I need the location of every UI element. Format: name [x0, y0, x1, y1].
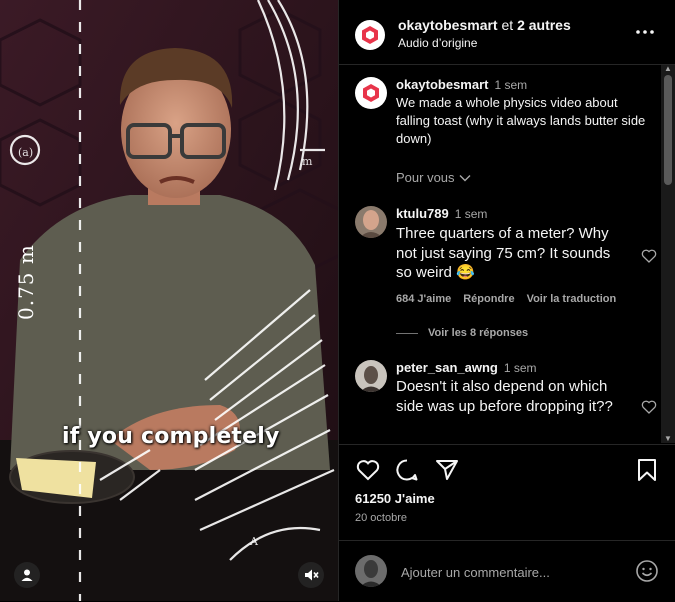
view-replies-button[interactable]: Voir les 8 réponses	[396, 327, 528, 339]
comment-likes[interactable]: 684 J'aime	[396, 293, 451, 305]
comment-author: ktulu789 1 sem	[396, 206, 487, 221]
comment-avatar[interactable]	[355, 206, 387, 238]
header-username[interactable]: okaytobesmart	[398, 17, 498, 33]
heart-icon[interactable]	[355, 457, 381, 483]
send-icon[interactable]	[434, 457, 460, 483]
speaker-muted-icon	[305, 569, 319, 581]
avatar-photo	[355, 206, 387, 238]
bookmark-icon[interactable]	[634, 457, 660, 483]
user-icon	[21, 569, 33, 581]
comment-bubble-icon[interactable]	[394, 457, 420, 483]
comments-scrollbar[interactable]: ▲ ▼	[661, 65, 675, 443]
svg-text:A: A	[249, 535, 259, 548]
comment-username[interactable]: peter_san_awng	[396, 360, 498, 375]
author-avatar[interactable]	[355, 20, 385, 50]
comment-avatar[interactable]	[355, 360, 387, 392]
view-replies-text: Voir les 8 réponses	[428, 327, 529, 339]
avatar-photo	[355, 555, 387, 587]
pour-vous-label[interactable]: Pour vous	[396, 170, 471, 185]
comment-text: Doesn't it also depend on which side was…	[396, 378, 613, 415]
video-caption: if you completely	[62, 424, 280, 449]
scroll-up-icon[interactable]: ▲	[664, 65, 672, 73]
pour-vous-text: Pour vous	[396, 170, 455, 185]
avatar-photo	[355, 360, 387, 392]
post-header: okaytobesmart et 2 autres Audio d’origin…	[339, 0, 675, 65]
comment-time: 1 sem	[454, 207, 488, 221]
more-options-button[interactable]	[635, 22, 655, 42]
brand-hex-logo-icon	[362, 26, 378, 44]
comment-actions: 684 J'aime Répondre Voir la traduction	[396, 293, 616, 305]
post-caption: We made a whole physics video about fall…	[396, 95, 646, 146]
video-player[interactable]: (a) m A 0.75 m if you completely	[0, 0, 338, 601]
scroll-thumb[interactable]	[664, 75, 672, 185]
original-audio-link[interactable]: Audio d’origine	[398, 36, 477, 50]
comment-composer	[339, 540, 675, 602]
comment-time: 1 sem	[503, 361, 537, 375]
brand-hex-logo-icon	[363, 84, 379, 102]
more-horizontal-icon	[636, 30, 654, 34]
heart-icon[interactable]	[641, 248, 657, 264]
comments-list[interactable]: okaytobesmart 1 sem We made a whole physi…	[339, 65, 675, 443]
header-and: et	[497, 17, 518, 33]
video-frame: (a) m A	[0, 0, 338, 601]
post-time: 1 sem	[494, 78, 528, 92]
svg-text:m: m	[302, 155, 313, 168]
current-user-avatar	[355, 555, 387, 587]
comment-username[interactable]: ktulu789	[396, 206, 449, 221]
post-actions: 61250 J'aime 20 octobre	[339, 444, 675, 540]
replies-line	[396, 332, 418, 334]
chevron-down-icon	[459, 174, 471, 181]
post-author-username: okaytobesmart 1 sem	[396, 77, 527, 92]
post-date: 20 octobre	[355, 512, 407, 524]
svg-text:(a): (a)	[18, 146, 33, 159]
header-title: okaytobesmart et 2 autres	[398, 17, 571, 33]
header-collaborators[interactable]: 2 autres	[517, 17, 571, 33]
heart-icon[interactable]	[641, 399, 657, 415]
translate-button[interactable]: Voir la traduction	[527, 293, 617, 305]
measurement-label: 0.75 m	[14, 244, 38, 320]
comment-input[interactable]	[399, 559, 623, 585]
likes-count[interactable]: 61250 J'aime	[355, 491, 435, 506]
mute-button[interactable]	[298, 562, 324, 588]
scroll-down-icon[interactable]: ▼	[664, 435, 672, 443]
post-details-panel: okaytobesmart et 2 autres Audio d’origin…	[338, 0, 675, 601]
post-author-avatar[interactable]	[355, 77, 387, 109]
reply-button[interactable]: Répondre	[463, 293, 514, 305]
post-username[interactable]: okaytobesmart	[396, 77, 488, 92]
comment-author: peter_san_awng 1 sem	[396, 360, 537, 375]
post-viewer: (a) m A 0.75 m if you completely okaytob…	[0, 0, 675, 601]
comment-text: Three quarters of a meter? Why not just …	[396, 225, 611, 281]
tagged-users-button[interactable]	[14, 562, 40, 588]
emoji-smile-icon[interactable]	[635, 559, 659, 583]
